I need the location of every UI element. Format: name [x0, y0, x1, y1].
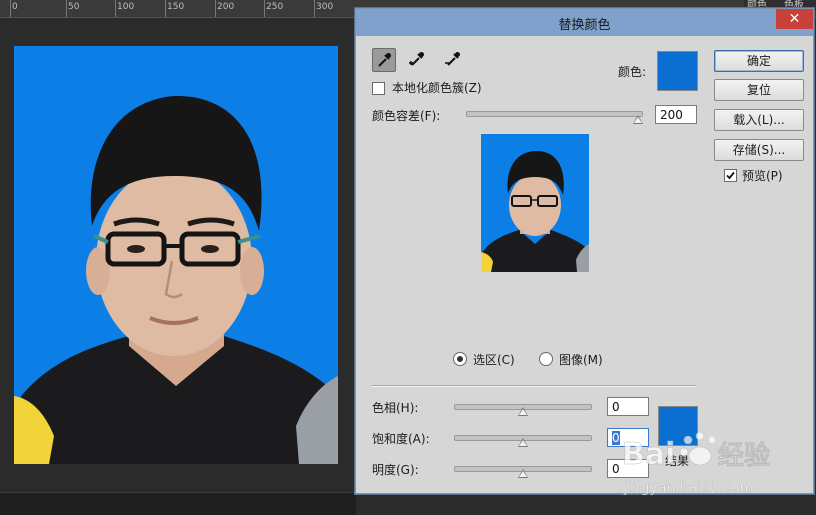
dialog-titlebar[interactable]: 替换颜色 ✕	[356, 9, 813, 36]
hue-input[interactable]: 0	[607, 397, 649, 416]
svg-text:经验: 经验	[718, 440, 770, 471]
reset-button[interactable]: 复位	[714, 79, 804, 101]
ruler-tick: 200	[214, 0, 235, 17]
ok-button[interactable]: 确定	[714, 50, 804, 72]
saturation-label: 饱和度(A):	[372, 432, 430, 446]
eyedropper-icon	[378, 53, 391, 67]
add-to-sample-button[interactable]	[406, 48, 428, 70]
status-strip	[0, 492, 356, 515]
hue-slider-thumb[interactable]	[518, 407, 528, 416]
ruler-tick: 50	[65, 0, 80, 17]
preview-label: 预览(P)	[742, 169, 783, 183]
document-canvas[interactable]	[0, 18, 356, 494]
watermark-logo: Bai 经验 jingyan.baidu.com	[622, 431, 770, 496]
close-button[interactable]: ✕	[776, 9, 813, 29]
subtract-from-sample-button[interactable]	[442, 48, 464, 70]
selection-preview-image	[481, 134, 589, 272]
fuzziness-slider[interactable]	[466, 111, 643, 117]
localized-clusters-checkbox[interactable]	[372, 82, 385, 95]
localized-clusters-label: 本地化颜色簇(Z)	[392, 81, 482, 95]
svg-text:Bai: Bai	[622, 437, 675, 472]
ruler-tick: 100	[114, 0, 135, 17]
view-image-label: 图像(M)	[559, 353, 603, 367]
view-selection-label: 选区(C)	[473, 353, 515, 367]
selection-color-swatch[interactable]	[657, 51, 698, 91]
ruler-tick: 250	[263, 0, 284, 17]
replace-color-dialog: 替换颜色 ✕ 颜色: 本地化颜色簇(Z) 颜色容差(F): 200 确定 复位 …	[355, 8, 814, 494]
hue-label: 色相(H):	[372, 401, 419, 415]
view-image-radio[interactable]	[539, 352, 553, 366]
baidu-jingyan-watermark: Bai 经验 jingyan.baidu.com	[622, 424, 812, 498]
checkmark-icon	[726, 171, 735, 180]
svg-text:jingyan.baidu.com: jingyan.baidu.com	[623, 480, 753, 496]
fuzziness-label: 颜色容差(F):	[372, 109, 441, 123]
saturation-slider-thumb[interactable]	[518, 438, 528, 447]
ruler-tick: 150	[164, 0, 185, 17]
preview-checkbox[interactable]	[724, 169, 737, 182]
save-button[interactable]: 存储(S)...	[714, 139, 804, 161]
saturation-input-selection: 0	[612, 431, 620, 445]
view-selection-radio[interactable]	[453, 352, 467, 366]
fuzziness-input[interactable]: 200	[655, 105, 697, 124]
id-photo-image	[14, 46, 338, 464]
eyedropper-minus-icon	[445, 52, 460, 66]
section-divider	[372, 385, 696, 387]
load-button[interactable]: 载入(L)...	[714, 109, 804, 131]
ruler-tick: 0	[10, 0, 18, 17]
lightness-slider-thumb[interactable]	[518, 469, 528, 478]
dialog-title: 替换颜色	[558, 18, 611, 33]
color-label: 颜色:	[618, 65, 647, 79]
lightness-label: 明度(G):	[372, 463, 419, 477]
fuzziness-slider-thumb[interactable]	[633, 115, 643, 124]
eyedropper-tool-button[interactable]	[372, 48, 396, 72]
eyedropper-plus-icon	[409, 52, 424, 66]
ruler-tick: 300	[313, 0, 334, 17]
